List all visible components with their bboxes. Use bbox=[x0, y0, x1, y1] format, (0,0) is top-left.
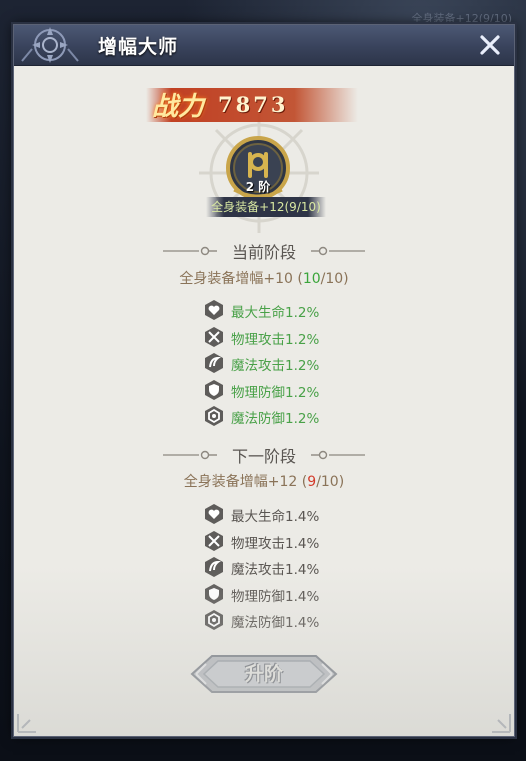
shield-icon bbox=[205, 583, 223, 604]
tier-badge: 2 阶 bbox=[222, 132, 294, 204]
shield-icon bbox=[205, 379, 223, 400]
list-item: 物理防御1.4% bbox=[204, 581, 404, 608]
current-progress-total: /10) bbox=[320, 271, 349, 287]
list-item: 最大生命1.2% bbox=[204, 297, 404, 324]
combat-power-banner: 战力 7873 bbox=[146, 88, 358, 122]
list-item: 最大生命1.4% bbox=[204, 501, 404, 528]
next-stage-title: 下一阶段 bbox=[231, 447, 296, 466]
list-item: 魔法防御1.2% bbox=[204, 403, 404, 430]
dialog-title: 增幅大师 bbox=[98, 36, 179, 58]
heart-icon bbox=[205, 504, 223, 524]
next-stage-stats: 最大生命1.4% 物理攻击1.4% 魔法攻击1.4% 物理防御1.4% 魔法防御… bbox=[204, 501, 404, 634]
close-button[interactable] bbox=[476, 31, 504, 59]
upgrade-button-label: 升阶 bbox=[244, 663, 283, 685]
swords-icon bbox=[205, 530, 223, 551]
list-item: 魔法防御1.4% bbox=[204, 607, 404, 634]
list-item: 物理攻击1.4% bbox=[204, 528, 404, 555]
upgrade-tier-button[interactable]: 升阶 bbox=[190, 650, 338, 698]
right-ornament-icon bbox=[311, 450, 366, 460]
stat-label: 最大生命1.4% bbox=[231, 509, 320, 525]
stat-label: 最大生命1.2% bbox=[231, 305, 320, 321]
heart-icon bbox=[205, 300, 223, 320]
stat-label: 魔法防御1.2% bbox=[231, 411, 320, 427]
magic-swirl-icon bbox=[205, 353, 223, 373]
list-item: 魔法攻击1.4% bbox=[204, 554, 404, 581]
combat-power-label: 战力 bbox=[152, 92, 205, 122]
current-stage-summary: 全身装备增幅+10 (10/10) bbox=[14, 268, 514, 288]
list-item: 物理防御1.2% bbox=[204, 377, 404, 404]
next-stage-summary: 全身装备增幅+12 (9/10) bbox=[14, 471, 514, 491]
current-progress-count: 10 bbox=[302, 271, 321, 287]
list-item: 魔法攻击1.2% bbox=[204, 350, 404, 377]
amplify-master-dialog: 增幅大师 战力 7873 2 阶 全身装备+12(9/10) 当前阶段 全身装备… bbox=[13, 24, 515, 737]
list-item: 物理攻击1.2% bbox=[204, 324, 404, 351]
stat-label: 物理防御1.2% bbox=[231, 384, 320, 401]
combat-power-value: 7873 bbox=[218, 92, 289, 117]
next-stage-heading: 下一阶段 bbox=[14, 443, 514, 467]
gear-emblem-icon bbox=[21, 27, 79, 63]
magic-shield-icon bbox=[205, 610, 223, 630]
corner-ornament-icon bbox=[492, 714, 511, 733]
equipment-progress-caption: 全身装备+12(9/10) bbox=[206, 197, 326, 217]
magic-swirl-icon bbox=[205, 557, 223, 577]
stat-label: 物理防御1.4% bbox=[231, 588, 320, 605]
left-ornament-icon bbox=[162, 246, 217, 256]
current-stage-title: 当前阶段 bbox=[231, 243, 296, 262]
current-stage-heading: 当前阶段 bbox=[14, 239, 514, 263]
next-progress-count: 9 bbox=[307, 474, 317, 490]
next-summary-prefix: 全身装备增幅+12 ( bbox=[183, 474, 308, 490]
left-ornament-icon bbox=[162, 450, 217, 460]
stat-label: 魔法防御1.4% bbox=[231, 615, 320, 631]
swords-icon bbox=[205, 326, 223, 347]
current-stage-stats: 最大生命1.2% 物理攻击1.2% 魔法攻击1.2% 物理防御1.2% 魔法防御… bbox=[204, 297, 404, 430]
tier-label: 2 阶 bbox=[245, 180, 271, 194]
stat-label: 魔法攻击1.4% bbox=[231, 562, 320, 578]
magic-shield-icon bbox=[205, 406, 223, 426]
title-bar: 增幅大师 bbox=[14, 25, 514, 66]
current-summary-prefix: 全身装备增幅+10 ( bbox=[179, 271, 303, 287]
stat-label: 魔法攻击1.2% bbox=[231, 358, 320, 374]
corner-ornament-icon bbox=[17, 714, 36, 733]
next-progress-total: /10) bbox=[316, 474, 345, 490]
right-ornament-icon bbox=[311, 246, 366, 256]
stat-label: 物理攻击1.4% bbox=[231, 535, 320, 552]
stat-label: 物理攻击1.2% bbox=[231, 331, 320, 348]
